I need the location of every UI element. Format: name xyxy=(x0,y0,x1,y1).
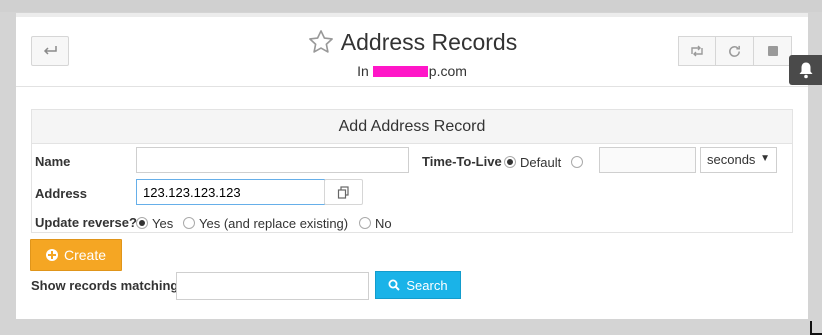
stop-button[interactable] xyxy=(754,36,792,66)
subtitle-suffix: p.com xyxy=(428,63,467,79)
refresh-button[interactable] xyxy=(716,36,754,66)
notification-button[interactable] xyxy=(789,55,822,85)
name-input[interactable] xyxy=(136,147,409,173)
page-header: Address Records In p.com xyxy=(16,17,808,87)
retweet-button[interactable] xyxy=(678,36,716,66)
plus-circle-icon xyxy=(45,249,58,261)
header-toolbar xyxy=(678,36,792,66)
subtitle-prefix: In xyxy=(357,63,369,79)
create-label: Create xyxy=(63,247,107,263)
ttl-unit-select[interactable]: seconds ▼ xyxy=(700,147,777,173)
name-label: Name xyxy=(35,154,71,169)
search-icon xyxy=(388,279,401,291)
paste-button[interactable] xyxy=(324,179,363,205)
retweet-icon xyxy=(691,45,703,57)
reverse-yes-label: Yes xyxy=(152,216,174,231)
stop-icon xyxy=(767,46,778,56)
search-label: Search xyxy=(406,277,448,293)
search-button[interactable]: Search xyxy=(375,271,461,299)
address-input[interactable] xyxy=(136,179,325,205)
update-reverse-label: Update reverse? xyxy=(35,215,137,230)
reverse-replace-radio[interactable] xyxy=(183,217,195,229)
form-heading: Add Address Record xyxy=(32,110,792,144)
bell-icon xyxy=(799,62,812,79)
add-record-form: Add Address Record Name Time-To-Live Def… xyxy=(31,109,793,233)
refresh-icon xyxy=(729,45,740,57)
reverse-yes-radio[interactable] xyxy=(136,217,148,229)
ttl-label: Time-To-Live xyxy=(422,154,502,169)
ttl-custom-input[interactable] xyxy=(599,147,696,173)
reverse-no-radio[interactable] xyxy=(359,217,371,229)
reverse-no-label: No xyxy=(375,216,392,231)
create-button[interactable]: Create xyxy=(30,239,122,271)
left-gutter xyxy=(0,15,16,335)
ttl-default-radio[interactable] xyxy=(504,156,516,168)
show-matching-label: Show records matching: xyxy=(31,278,183,293)
reverse-replace-label: Yes (and replace existing) xyxy=(199,216,349,231)
star-icon[interactable] xyxy=(307,28,335,56)
page-title: Address Records xyxy=(340,28,518,55)
search-input[interactable] xyxy=(176,272,369,300)
top-strip xyxy=(0,0,822,12)
redacted-text xyxy=(372,65,428,77)
ttl-custom-radio[interactable] xyxy=(571,156,583,168)
main-panel: Address Records In p.com Add Address Reco… xyxy=(16,13,808,319)
resize-corner xyxy=(810,321,822,335)
caret-down-icon: ▼ xyxy=(760,153,770,164)
ttl-unit-value: seconds xyxy=(707,152,756,167)
address-label: Address xyxy=(35,186,88,201)
clipboard-icon xyxy=(337,185,349,199)
ttl-default-label: Default xyxy=(520,155,562,170)
